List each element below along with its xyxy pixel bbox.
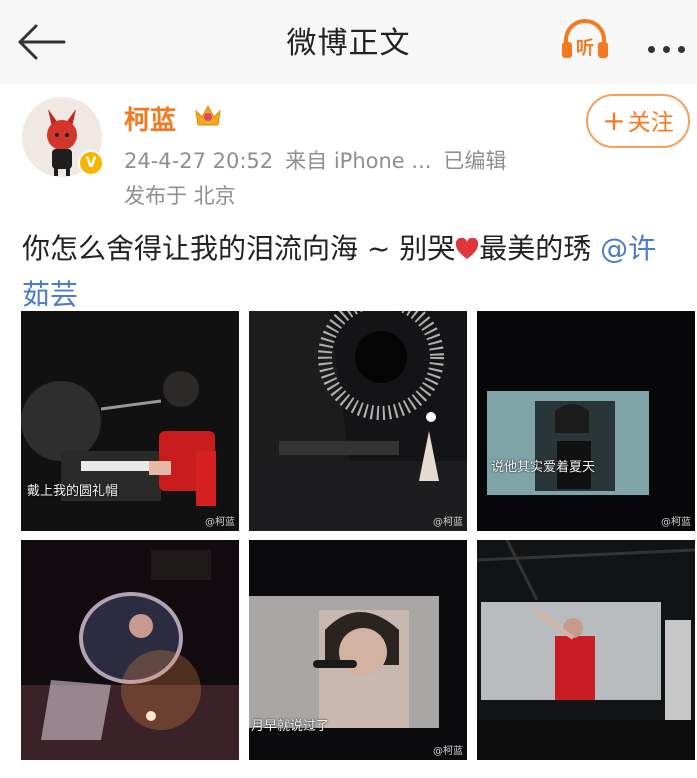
image-1-caption: 戴上我的圆礼帽 bbox=[27, 484, 119, 499]
image-1-watermark: @柯蓝 bbox=[205, 517, 235, 528]
image-3-watermark: @柯蓝 bbox=[661, 517, 691, 528]
image-1[interactable]: 戴上我的圆礼帽 @柯蓝 bbox=[21, 311, 239, 531]
image-4[interactable] bbox=[21, 540, 239, 760]
post-text: 你怎么舍得让我的泪流向海 ~ 别哭 最美的琇 @许茹芸 bbox=[22, 226, 682, 318]
post-text-part1: 你怎么舍得让我的泪流向海 ~ 别哭 bbox=[22, 232, 456, 265]
image-3-caption: 说他其实爱着夏天 bbox=[491, 460, 596, 475]
verified-icon: V bbox=[78, 150, 104, 176]
image-2[interactable]: @柯蓝 bbox=[249, 311, 467, 531]
follow-button[interactable]: +关注 bbox=[586, 94, 690, 148]
crown-icon bbox=[193, 100, 223, 130]
image-3[interactable]: 说他其实爱着夏天 @柯蓝 bbox=[477, 311, 695, 531]
post-date: 24-4-27 20:52 bbox=[124, 149, 274, 173]
follow-plus: + bbox=[602, 104, 626, 137]
follow-label: 关注 bbox=[627, 110, 674, 136]
post-text-part2: 最美的琇 bbox=[479, 232, 601, 265]
post-location: 发布于 北京 bbox=[124, 184, 236, 208]
post-source: 来自 iPhone ... bbox=[285, 149, 432, 173]
image-2-watermark: @柯蓝 bbox=[433, 517, 463, 528]
top-bar: 微博正文 听 bbox=[0, 0, 697, 84]
image-5-caption: 月早就说过了 bbox=[251, 719, 330, 734]
heart-icon bbox=[456, 238, 479, 259]
more-icon[interactable] bbox=[648, 38, 694, 53]
listen-icon[interactable]: 听 bbox=[560, 18, 610, 62]
image-5-watermark: @柯蓝 bbox=[433, 746, 463, 757]
post-meta: 24-4-27 20:52 来自 iPhone ... 已编辑 bbox=[124, 145, 518, 175]
svg-text:听: 听 bbox=[576, 37, 594, 59]
edited-label: 已编辑 bbox=[443, 149, 507, 173]
image-5[interactable]: 月早就说过了 @柯蓝 bbox=[249, 540, 467, 760]
image-6[interactable] bbox=[477, 540, 695, 760]
username[interactable]: 柯蓝 bbox=[124, 100, 176, 137]
